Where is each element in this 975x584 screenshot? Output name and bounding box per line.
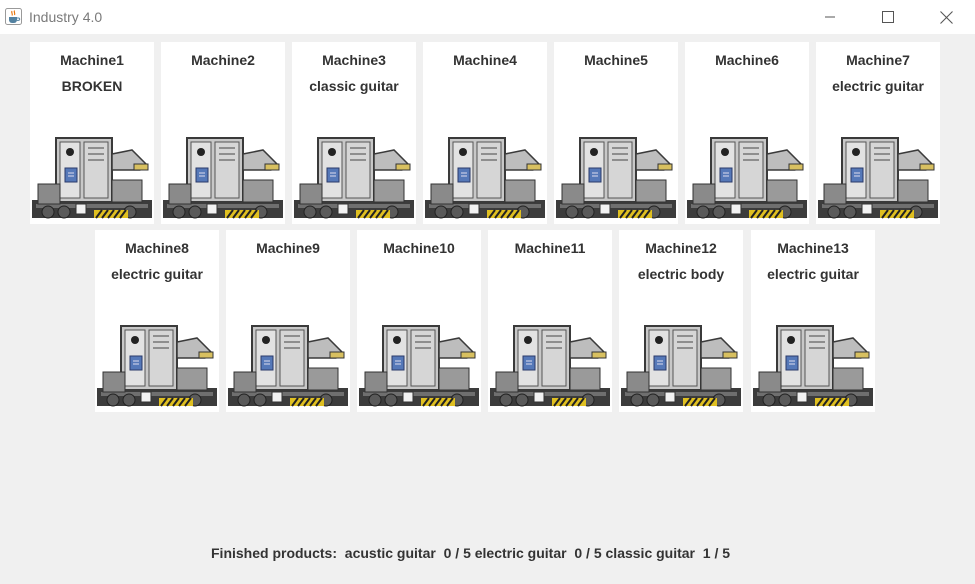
machine-image	[358, 325, 480, 407]
machine-image	[31, 137, 153, 219]
machine-status: BROKEN	[61, 78, 123, 94]
machine-card[interactable]: Machine2	[161, 42, 285, 224]
machine-card[interactable]: Machine7 electric guitar	[816, 42, 940, 224]
close-button[interactable]	[923, 0, 969, 34]
machine-name: Machine8	[125, 240, 189, 256]
machine-card[interactable]: Machine3 classic guitar	[292, 42, 416, 224]
machine-name: Machine2	[191, 52, 255, 68]
finished-products-bar: Finished products: acustic guitar 0 / 5 …	[211, 545, 730, 563]
machine-name: Machine10	[383, 240, 455, 256]
product-name: acustic guitar	[344, 545, 436, 561]
close-icon	[939, 10, 953, 24]
minimize-button[interactable]	[807, 0, 853, 34]
machine-name: Machine7	[846, 52, 910, 68]
machine-name: Machine12	[645, 240, 717, 256]
machine-card[interactable]: Machine9	[226, 230, 350, 412]
product-total: 5	[463, 545, 471, 561]
machine-status: electric guitar	[111, 266, 203, 282]
product-count: 0	[443, 545, 452, 561]
machine-image	[555, 137, 677, 219]
machine-card[interactable]: Machine11	[488, 230, 612, 412]
machine-card[interactable]: Machine1 BROKEN	[30, 42, 154, 224]
machine-name: Machine6	[715, 52, 779, 68]
machine-name: Machine13	[777, 240, 849, 256]
java-coffee-icon	[5, 8, 22, 25]
machine-name: Machine1	[60, 52, 124, 68]
machine-status: electric body	[637, 266, 725, 282]
title-bar: Industry 4.0	[0, 0, 975, 34]
machine-status: classic guitar	[309, 78, 399, 94]
machine-image	[293, 137, 415, 219]
minimize-icon	[825, 16, 835, 18]
machine-card[interactable]: Machine5	[554, 42, 678, 224]
machine-image	[424, 137, 546, 219]
product-name: electric guitar	[474, 545, 567, 561]
machine-status: electric guitar	[767, 266, 859, 282]
machine-image	[752, 325, 874, 407]
machine-card[interactable]: Machine8 electric guitar	[95, 230, 219, 412]
machine-image	[620, 325, 742, 407]
machine-name: Machine5	[584, 52, 648, 68]
product-total: 5	[722, 545, 731, 561]
product-name: classic guitar	[605, 545, 696, 561]
machine-card[interactable]: Machine4	[423, 42, 547, 224]
machine-image	[489, 325, 611, 407]
maximize-icon	[882, 11, 894, 23]
machine-card[interactable]: Machine6	[685, 42, 809, 224]
product-total: 5	[593, 545, 602, 561]
finished-products-label: Finished products:	[211, 545, 337, 561]
maximize-button[interactable]	[865, 0, 911, 34]
machine-name: Machine3	[322, 52, 386, 68]
machine-image	[96, 325, 218, 407]
machine-image	[162, 137, 284, 219]
window-title: Industry 4.0	[29, 9, 103, 25]
machine-card[interactable]: Machine12 electric body	[619, 230, 743, 412]
machine-name: Machine11	[514, 240, 586, 256]
product-count: 1	[702, 545, 711, 561]
machine-image	[227, 325, 349, 407]
machine-image	[817, 137, 939, 219]
machine-status: electric guitar	[832, 78, 924, 94]
product-count: 0	[574, 545, 583, 561]
machine-card[interactable]: Machine13 electric guitar	[751, 230, 875, 412]
machine-name: Machine9	[256, 240, 320, 256]
machine-name: Machine4	[453, 52, 517, 68]
machine-card[interactable]: Machine10	[357, 230, 481, 412]
machine-image	[686, 137, 808, 219]
